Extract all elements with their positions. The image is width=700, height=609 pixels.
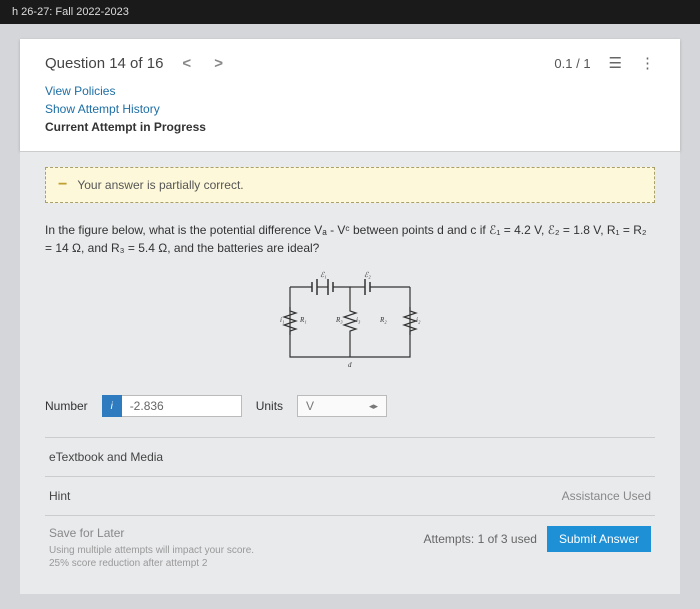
svg-text:R₂: R₂ xyxy=(379,316,387,324)
answer-row: Number i Units V ◂▸ xyxy=(45,395,655,417)
more-icon[interactable]: ⋮ xyxy=(640,54,655,72)
units-label: Units xyxy=(256,399,283,413)
hint-label: Hint xyxy=(49,489,70,503)
footer-right: Attempts: 1 of 3 used Submit Answer xyxy=(424,526,651,552)
svg-text:R₃: R₃ xyxy=(335,316,343,324)
question-prompt: In the figure below, what is the potenti… xyxy=(45,221,655,257)
next-question-button[interactable]: > xyxy=(210,55,227,72)
svg-text:i₂: i₂ xyxy=(416,316,421,324)
number-input[interactable] xyxy=(122,395,242,417)
question-header: Question 14 of 16 < > 0.1 / 1 ☰ ⋮ xyxy=(45,54,655,82)
svg-text:R₁: R₁ xyxy=(299,316,307,324)
page-container: Question 14 of 16 < > 0.1 / 1 ☰ ⋮ View P… xyxy=(0,24,700,609)
view-policies-link[interactable]: View Policies xyxy=(45,82,655,100)
number-label: Number xyxy=(45,399,88,413)
feedback-text: Your answer is partially correct. xyxy=(77,178,243,192)
question-content: − Your answer is partially correct. In t… xyxy=(20,151,680,594)
etextbook-label: eTextbook and Media xyxy=(49,450,163,464)
number-input-group: i xyxy=(102,395,242,417)
score-display: 0.1 / 1 xyxy=(554,56,590,71)
prev-question-button[interactable]: < xyxy=(178,55,195,72)
header-right: 0.1 / 1 ☰ ⋮ xyxy=(554,54,655,72)
svg-text:i₁: i₁ xyxy=(280,316,284,324)
attempt-note: Using multiple attempts will impact your… xyxy=(49,544,254,570)
attempts-label: Attempts: 1 of 3 used xyxy=(424,532,537,546)
current-attempt-label: Current Attempt in Progress xyxy=(45,118,655,146)
units-select[interactable]: V ◂▸ xyxy=(297,395,387,417)
svg-text:i₃: i₃ xyxy=(356,316,361,324)
footer-left: Save for Later Using multiple attempts w… xyxy=(49,526,254,570)
info-icon[interactable]: i xyxy=(102,395,122,417)
feedback-banner: − Your answer is partially correct. xyxy=(45,167,655,203)
submit-answer-button[interactable]: Submit Answer xyxy=(547,526,651,552)
assistance-used-label: Assistance Used xyxy=(562,489,651,503)
partial-icon: − xyxy=(58,176,67,194)
svg-text:d: d xyxy=(348,361,352,369)
units-value: V xyxy=(306,399,314,413)
question-title-group: Question 14 of 16 < > xyxy=(45,55,227,72)
question-card: Question 14 of 16 < > 0.1 / 1 ☰ ⋮ View P… xyxy=(20,39,680,151)
browser-tab: h 26-27: Fall 2022-2023 xyxy=(0,0,700,24)
etextbook-section[interactable]: eTextbook and Media xyxy=(45,437,655,476)
circuit-diagram: ℰ₁ ℰ₂ i₁ R₁ R₃ i₃ R₂ i₂ d xyxy=(270,267,430,377)
save-for-later-button[interactable]: Save for Later xyxy=(49,526,254,540)
question-title: Question 14 of 16 xyxy=(45,55,163,72)
list-icon[interactable]: ☰ xyxy=(609,54,622,72)
svg-text:ℰ₂: ℰ₂ xyxy=(364,271,371,279)
hint-section[interactable]: Hint Assistance Used xyxy=(45,476,655,515)
show-attempt-history-link[interactable]: Show Attempt History xyxy=(45,100,655,118)
chevron-updown-icon: ◂▸ xyxy=(369,401,378,412)
svg-text:ℰ₁: ℰ₁ xyxy=(320,271,327,279)
footer-row: Save for Later Using multiple attempts w… xyxy=(45,515,655,574)
